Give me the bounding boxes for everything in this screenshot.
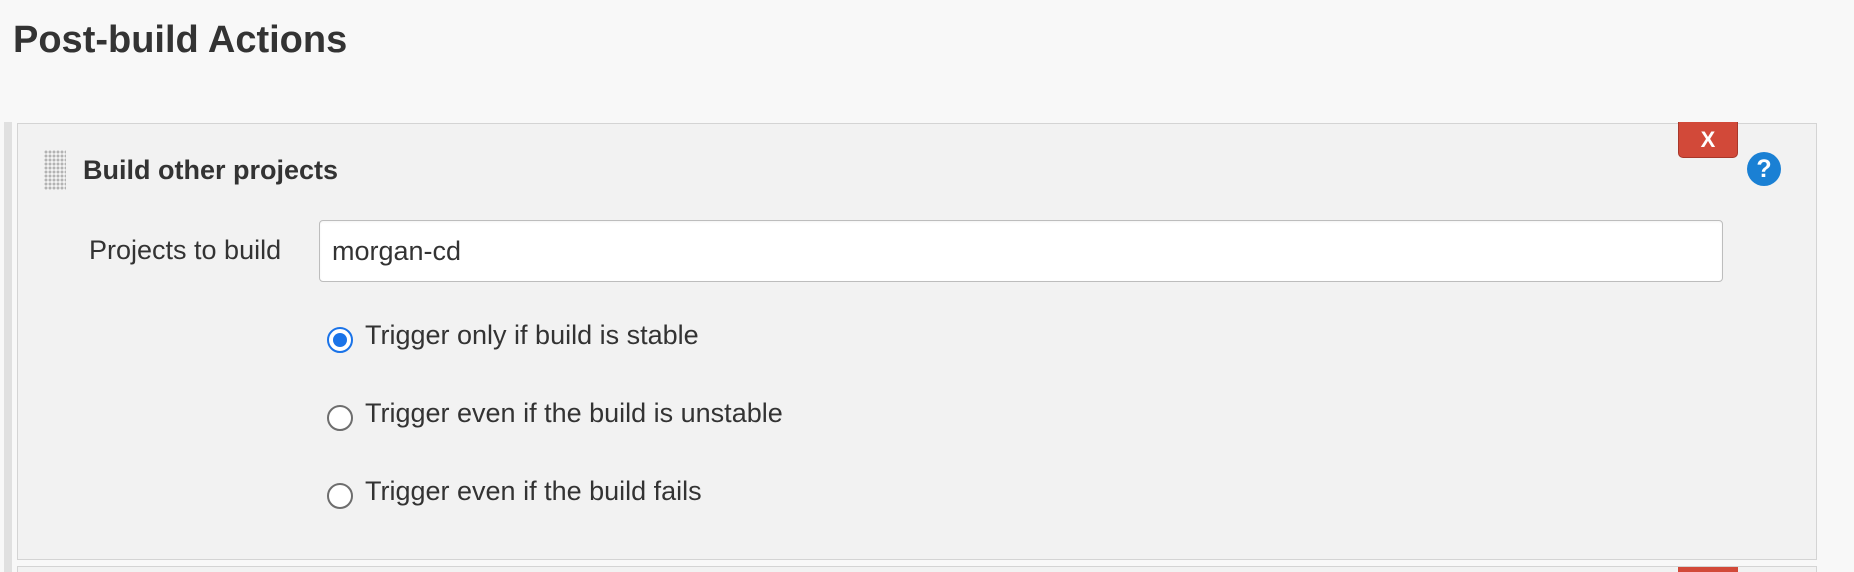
next-section-edge — [17, 566, 1817, 572]
section-title: Build other projects — [83, 155, 339, 185]
delete-section-button[interactable]: X — [1678, 122, 1738, 158]
projects-to-build-label: Projects to build — [89, 235, 282, 265]
radio-button[interactable] — [327, 405, 353, 431]
help-icon[interactable]: ? — [1747, 152, 1781, 186]
radio-label: Trigger even if the build fails — [365, 476, 702, 506]
next-delete-button-edge[interactable] — [1678, 567, 1738, 572]
radio-option-fails[interactable]: Trigger even if the build fails — [327, 471, 702, 511]
section-left-border — [4, 122, 12, 572]
radio-button-checked[interactable] — [327, 327, 353, 353]
radio-button[interactable] — [327, 483, 353, 509]
drag-handle-icon[interactable] — [44, 150, 66, 190]
radio-option-unstable[interactable]: Trigger even if the build is unstable — [327, 393, 783, 433]
build-other-projects-section — [17, 123, 1817, 560]
radio-label: Trigger only if build is stable — [365, 320, 699, 350]
projects-to-build-input[interactable] — [319, 220, 1723, 282]
radio-option-stable[interactable]: Trigger only if build is stable — [327, 315, 699, 355]
radio-label: Trigger even if the build is unstable — [365, 398, 783, 428]
page-title: Post-build Actions — [13, 19, 348, 61]
